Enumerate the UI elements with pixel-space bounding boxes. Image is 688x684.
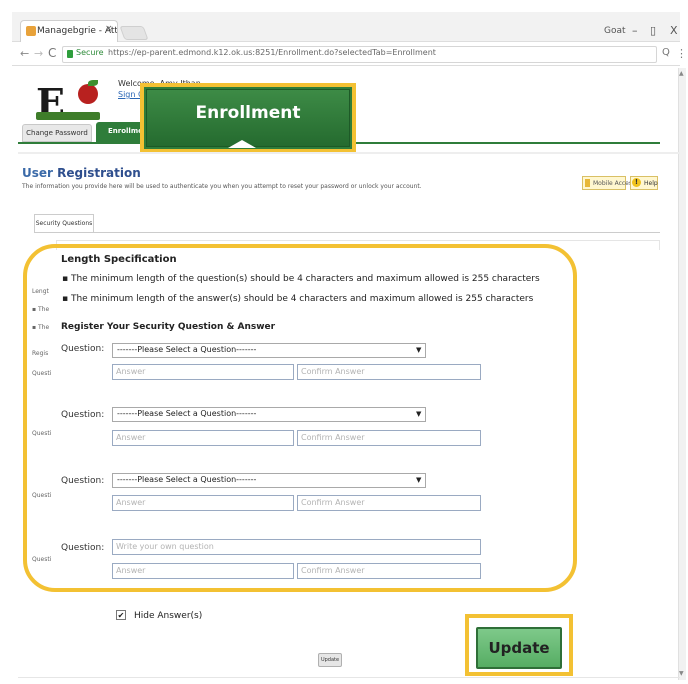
confirm-answer-3-input[interactable]: Confirm Answer <box>297 495 481 511</box>
screenshot-frame: Managebgrie - Atted × Goat – ▯ X ← → C S… <box>0 0 688 684</box>
question-2-select[interactable]: -------Please Select a Question------- <box>112 407 426 422</box>
length-spec-title: Length Specification <box>61 254 177 265</box>
question-label: Question: <box>61 543 105 553</box>
help-icon: ! <box>632 178 641 187</box>
scroll-down-icon[interactable]: ▼ <box>679 670 684 677</box>
subtab-divider <box>34 232 660 233</box>
secure-label: Secure <box>76 48 104 57</box>
minimize-icon[interactable]: – <box>632 24 638 37</box>
leaf-logo-icon <box>88 80 98 86</box>
own-question-input[interactable]: Write your own question <box>112 539 481 555</box>
page-title: User Registration <box>22 166 141 180</box>
hide-answers-label: Hide Answer(s) <box>134 611 203 621</box>
scroll-up-icon[interactable]: ▲ <box>679 70 684 77</box>
answer-1-input[interactable]: Answer <box>112 364 294 380</box>
question-label: Question: <box>61 410 105 420</box>
enrollment-callout-label: Enrollment <box>195 103 301 123</box>
length-rule-question: ▪ The minimum length of the question(s) … <box>62 274 540 284</box>
forward-arrow-icon[interactable]: → <box>34 47 43 60</box>
confirm-answer-2-input[interactable]: Confirm Answer <box>297 430 481 446</box>
tab-close-icon[interactable]: × <box>105 24 113 34</box>
dropdown-arrow-icon[interactable]: ▼ <box>416 476 421 484</box>
answer-3-input[interactable]: Answer <box>112 495 294 511</box>
browser-menu-icon[interactable]: ⋮ <box>676 47 687 60</box>
book-logo-icon <box>36 112 100 120</box>
favicon-icon <box>26 26 36 36</box>
answer-2-input[interactable]: Answer <box>112 430 294 446</box>
header-divider <box>18 152 680 154</box>
zoom-icon[interactable]: Q <box>662 47 670 58</box>
register-subtitle: Register Your Security Question & Answer <box>61 322 276 332</box>
confirm-answer-1-input[interactable]: Confirm Answer <box>297 364 481 380</box>
back-arrow-icon[interactable]: ← <box>20 47 29 60</box>
lock-icon <box>67 50 73 58</box>
window-close-icon[interactable]: X <box>670 24 678 37</box>
page-bottom-rule <box>18 677 680 678</box>
reload-icon[interactable]: C <box>48 46 56 60</box>
tab-change-password[interactable]: Change Password <box>22 124 92 142</box>
dropdown-arrow-icon[interactable]: ▼ <box>416 410 421 418</box>
update-button[interactable]: Update <box>476 627 562 669</box>
tab-security-questions[interactable]: Security Questions <box>34 214 94 232</box>
scrollbar[interactable] <box>678 68 686 680</box>
question-label: Question: <box>61 344 105 354</box>
new-tab-button[interactable] <box>119 26 149 40</box>
question-3-select[interactable]: -------Please Select a Question------- <box>112 473 426 488</box>
hide-answers-checkbox[interactable]: ✔ <box>116 610 126 620</box>
dropdown-arrow-icon[interactable]: ▼ <box>416 346 421 354</box>
length-rule-answer: ▪ The minimum length of the answer(s) sh… <box>62 294 534 304</box>
profile-button[interactable]: Goat <box>604 26 626 36</box>
url-text: https://ep-parent.edmond.k12.ok.us:8251/… <box>108 48 436 57</box>
maximize-icon[interactable]: ▯ <box>650 24 656 37</box>
page-description: The information you provide here will be… <box>22 183 422 190</box>
enrollment-notch <box>228 140 256 148</box>
question-1-select[interactable]: -------Please Select a Question------- <box>112 343 426 358</box>
mobile-phone-icon <box>585 179 590 187</box>
apple-logo-icon <box>78 84 98 104</box>
answer-4-input[interactable]: Answer <box>112 563 294 579</box>
confirm-answer-4-input[interactable]: Confirm Answer <box>297 563 481 579</box>
update-button-small[interactable]: Update <box>318 653 342 667</box>
question-label: Question: <box>61 476 105 486</box>
